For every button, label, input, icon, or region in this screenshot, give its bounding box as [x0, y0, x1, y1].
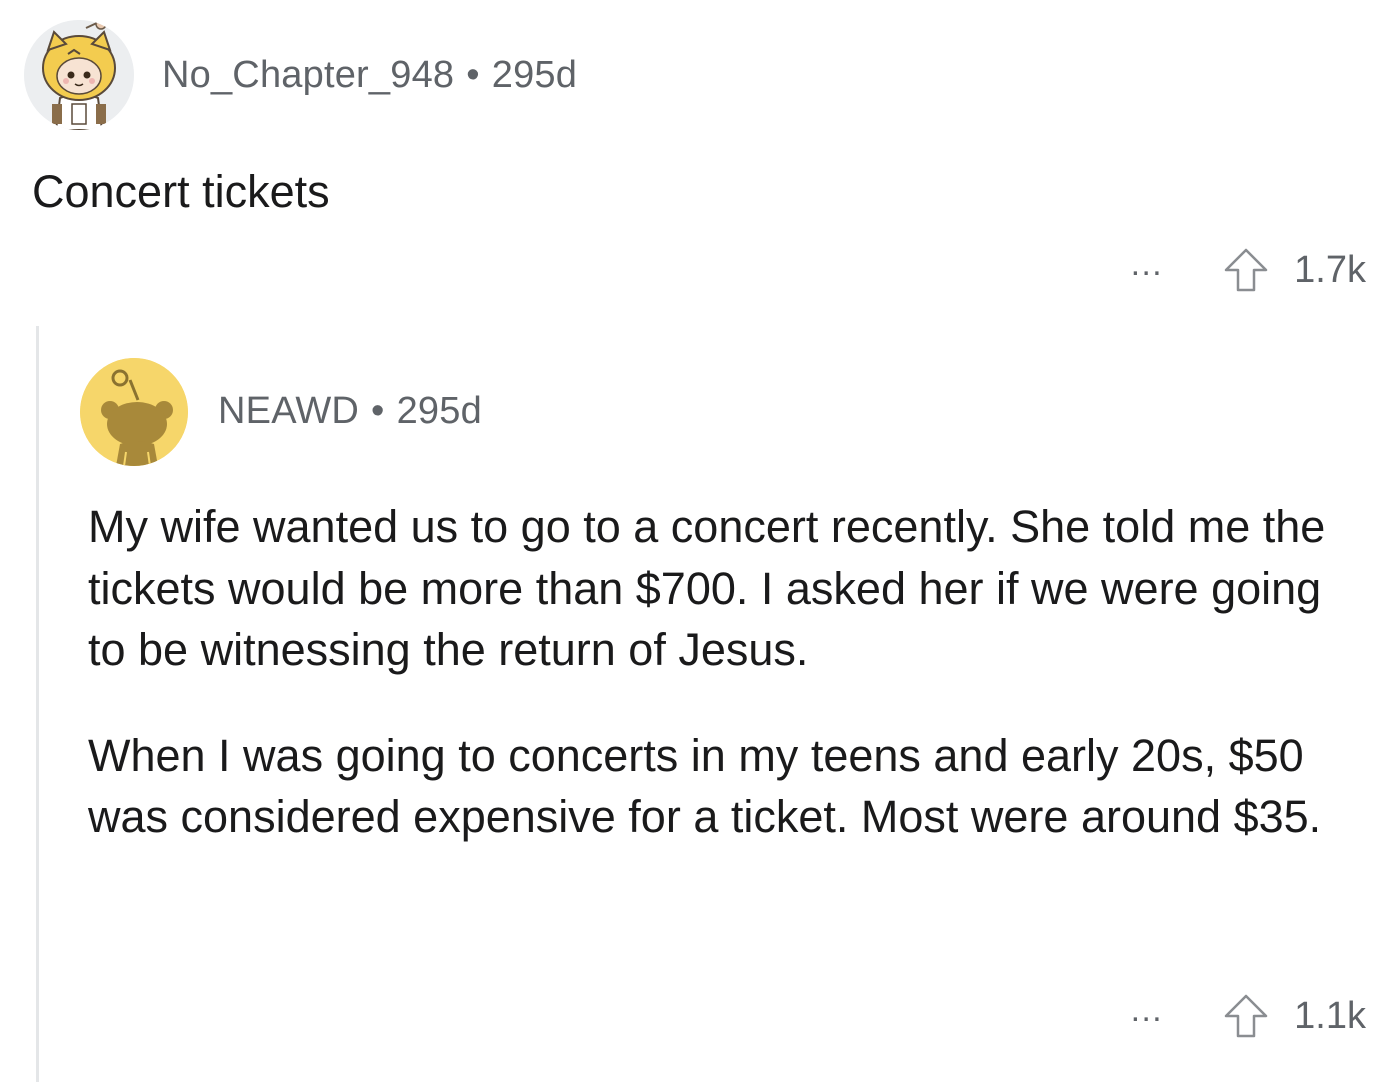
comment-paragraph: Concert tickets: [32, 166, 330, 217]
snoo-default-yellow-avatar-icon: [80, 358, 188, 466]
meta-separator: •: [371, 390, 385, 432]
comment-actions: … 1.1k: [1129, 992, 1366, 1040]
upvote-button[interactable]: 1.7k: [1222, 246, 1366, 294]
more-options-button[interactable]: …: [1129, 993, 1164, 1027]
snoo-shiba-costume-avatar-icon: [24, 20, 134, 130]
comment-meta: No_Chapter_948 • 295d: [162, 54, 577, 97]
user-avatar-icon[interactable]: [24, 20, 134, 130]
upvote-arrow-icon: [1224, 248, 1268, 292]
comment-age: 295d: [491, 54, 578, 96]
comment-body: My wife wanted us to go to a concert rec…: [88, 496, 1350, 848]
vote-score: 1.1k: [1294, 994, 1366, 1037]
upvote-arrow-icon: [1224, 994, 1268, 1038]
author-name[interactable]: NEAWD: [218, 390, 359, 432]
thread-line[interactable]: [36, 326, 39, 1082]
more-options-button[interactable]: …: [1129, 247, 1164, 281]
comment-actions: … 1.7k: [1129, 246, 1366, 294]
comment-paragraph: When I was going to concerts in my teens…: [88, 729, 1322, 843]
author-name[interactable]: No_Chapter_948: [162, 54, 454, 96]
comment-age: 295d: [396, 390, 482, 432]
meta-separator: •: [466, 54, 480, 96]
comment-paragraph: My wife wanted us to go to a concert rec…: [88, 501, 1326, 675]
upvote-button[interactable]: 1.1k: [1222, 992, 1366, 1040]
comment-body: Concert tickets: [32, 164, 1332, 220]
vote-score: 1.7k: [1294, 248, 1366, 291]
user-avatar-icon[interactable]: [80, 358, 188, 466]
comment-meta: NEAWD • 295d: [218, 390, 482, 433]
